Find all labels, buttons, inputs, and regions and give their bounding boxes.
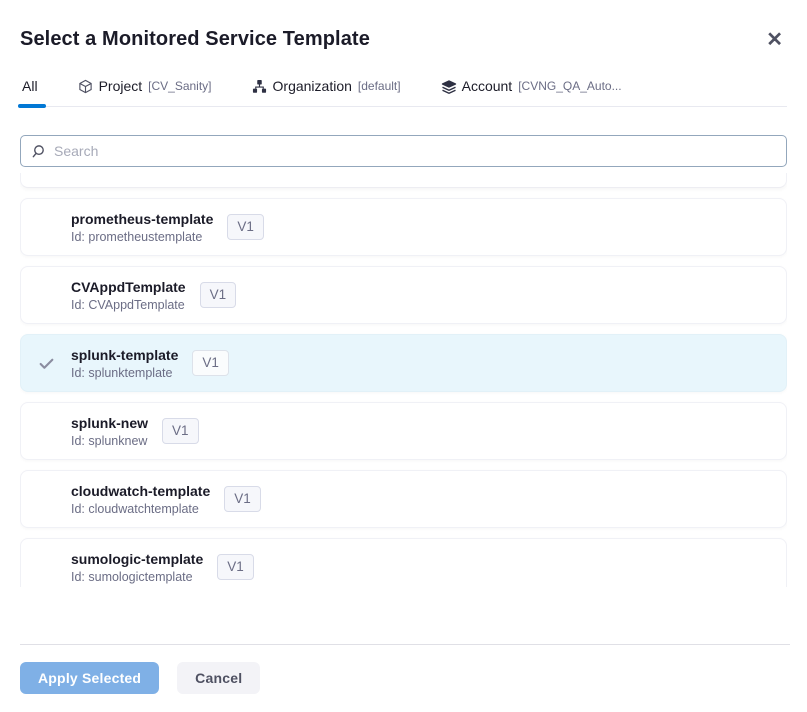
row-meta: CVAppdTemplate Id: CVAppdTemplate [71, 279, 186, 312]
search-icon [31, 144, 46, 159]
layers-icon [441, 79, 456, 94]
row-gutter [21, 491, 71, 508]
row-meta: sumologic-template Id: sumologictemplate [71, 551, 203, 584]
scrolled-card-partial [20, 173, 787, 188]
search-box [20, 135, 787, 167]
modal-title: Select a Monitored Service Template [20, 28, 370, 51]
template-name: CVAppdTemplate [71, 279, 186, 295]
check-icon [38, 355, 55, 372]
row-meta: cloudwatch-template Id: cloudwatchtempla… [71, 483, 210, 516]
template-row[interactable]: cloudwatch-template Id: cloudwatchtempla… [20, 470, 787, 528]
template-id: Id: sumologictemplate [71, 570, 203, 584]
apply-selected-button[interactable]: Apply Selected [20, 662, 159, 694]
row-meta: splunk-new Id: splunknew [71, 415, 148, 448]
template-id: Id: prometheustemplate [71, 230, 213, 244]
template-name: splunk-new [71, 415, 148, 431]
row-gutter [21, 423, 71, 440]
tab-account[interactable]: Account [CVNG_QA_Auto... [439, 78, 624, 106]
template-row[interactable]: sumologic-template Id: sumologictemplate… [20, 538, 787, 587]
modal-header: Select a Monitored Service Template ✕ [20, 0, 787, 52]
template-name: cloudwatch-template [71, 483, 210, 499]
row-gutter [21, 559, 71, 576]
cube-icon [78, 79, 93, 94]
template-row[interactable]: prometheus-template Id: prometheustempla… [20, 198, 787, 256]
version-badge: V1 [192, 350, 229, 376]
tab-organization[interactable]: Organization [default] [250, 78, 403, 106]
template-row[interactable]: splunk-template Id: splunktemplate V1 [20, 334, 787, 392]
template-row[interactable]: splunk-new Id: splunknew V1 [20, 402, 787, 460]
tab-project[interactable]: Project [CV_Sanity] [76, 78, 214, 106]
search-input[interactable] [54, 143, 776, 159]
tab-project-scope: [CV_Sanity] [148, 79, 211, 93]
tab-organization-scope: [default] [358, 79, 401, 93]
tab-all-label: All [22, 78, 38, 94]
template-row[interactable]: CVAppdTemplate Id: CVAppdTemplate V1 [20, 266, 787, 324]
tab-organization-label: Organization [273, 78, 352, 94]
template-name: splunk-template [71, 347, 178, 363]
cancel-button[interactable]: Cancel [177, 662, 260, 694]
footer-divider [20, 644, 790, 645]
footer: Apply Selected Cancel [20, 662, 260, 694]
template-id: Id: splunknew [71, 434, 148, 448]
tab-all[interactable]: All [20, 78, 40, 106]
select-template-modal: Select a Monitored Service Template ✕ Al… [0, 0, 807, 712]
template-id: Id: CVAppdTemplate [71, 298, 186, 312]
hierarchy-icon [252, 79, 267, 94]
version-badge: V1 [162, 418, 199, 444]
tab-project-label: Project [99, 78, 143, 94]
row-gutter [21, 355, 71, 372]
template-id: Id: splunktemplate [71, 366, 178, 380]
template-name: sumologic-template [71, 551, 203, 567]
version-badge: V1 [217, 554, 254, 580]
tab-account-label: Account [462, 78, 513, 94]
row-gutter [21, 219, 71, 236]
close-icon[interactable]: ✕ [762, 28, 787, 52]
template-id: Id: cloudwatchtemplate [71, 502, 210, 516]
row-meta: splunk-template Id: splunktemplate [71, 347, 178, 380]
version-badge: V1 [227, 214, 264, 240]
tab-account-scope: [CVNG_QA_Auto... [518, 79, 621, 93]
template-list[interactable]: prometheus-template Id: prometheustempla… [20, 173, 787, 587]
template-name: prometheus-template [71, 211, 213, 227]
scope-tabs: All Project [CV_Sanity] Organiza [20, 78, 787, 107]
version-badge: V1 [200, 282, 237, 308]
row-gutter [21, 287, 71, 304]
version-badge: V1 [224, 486, 261, 512]
row-meta: prometheus-template Id: prometheustempla… [71, 211, 213, 244]
